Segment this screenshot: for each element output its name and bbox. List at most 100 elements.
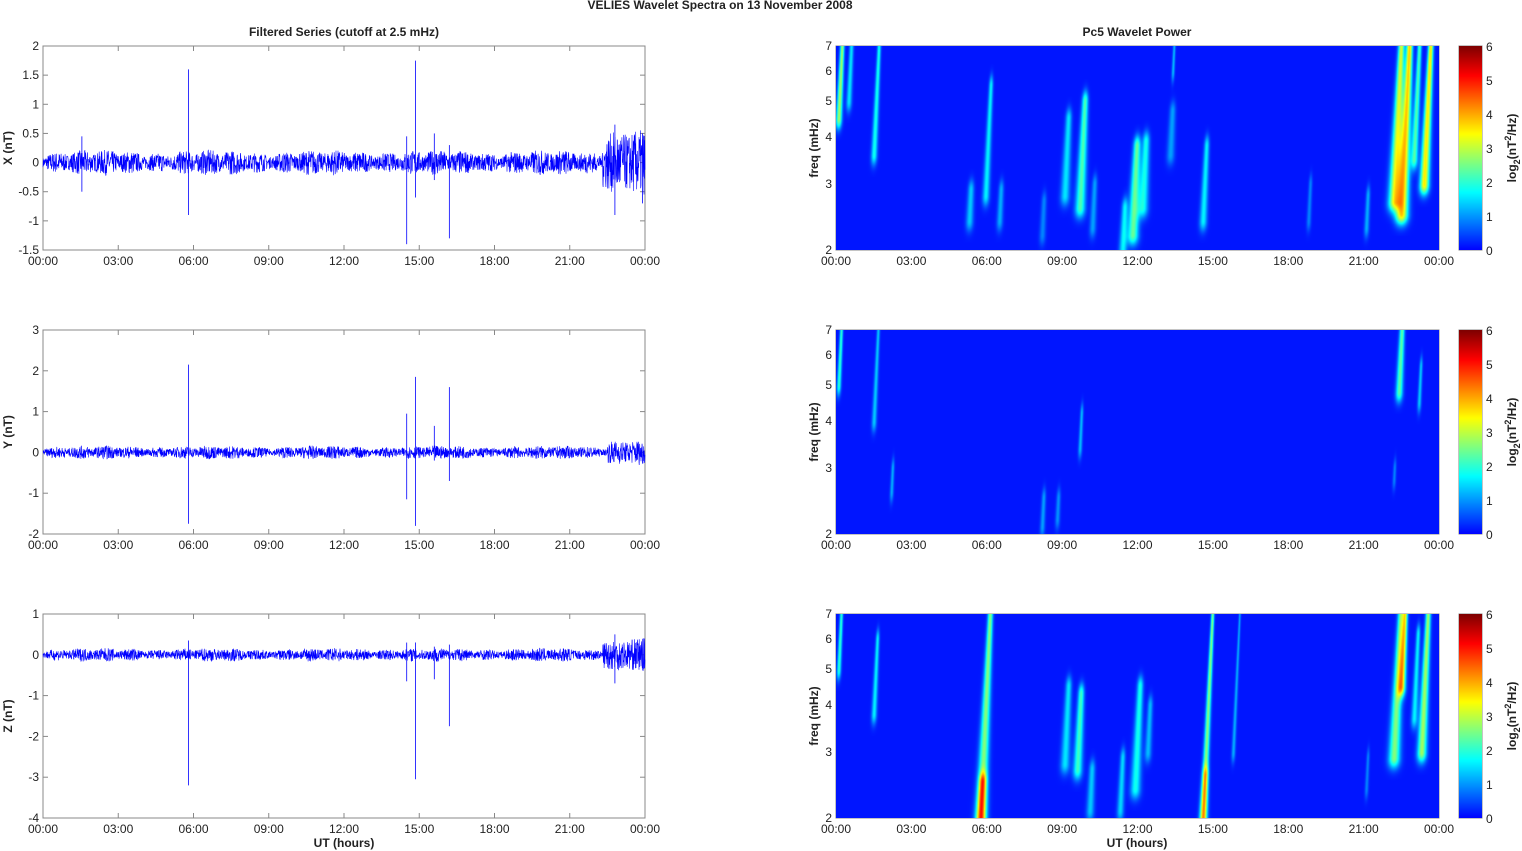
colorbar-tick-label: 3	[1486, 142, 1493, 156]
colorbar-tick-label: 4	[1486, 676, 1493, 690]
freq-tick-label: 7	[825, 39, 832, 53]
wavelet-power-heatmap-3	[836, 614, 1439, 818]
ytick-label: -3	[28, 770, 39, 784]
ytick-label: 0	[32, 156, 39, 170]
spectrum-3-xtick-label: 00:00	[1424, 822, 1454, 836]
spectrum-2-xtick-label: 09:00	[1047, 538, 1077, 552]
series-Z-xtick-label: 21:00	[555, 822, 585, 836]
freq-tick-label: 2	[825, 243, 832, 257]
spectrum-3-xtick-label: 03:00	[896, 822, 926, 836]
left-xlabel: UT (hours)	[314, 836, 375, 850]
freq-tick-label: 5	[825, 378, 832, 392]
wavelet-power-heatmap-2	[836, 330, 1439, 534]
spectrum-1-xtick-label: 18:00	[1273, 254, 1303, 268]
colorbar-tick-label: 0	[1486, 812, 1493, 826]
ytick-label: 1	[32, 405, 39, 419]
series-Y-xtick-label: 15:00	[404, 538, 434, 552]
freq-tick-label: 6	[825, 348, 832, 362]
colorbar-tick-label: 2	[1486, 744, 1493, 758]
ytick-label: -4	[28, 811, 39, 825]
spectrum-2-xtick-label: 00:00	[1424, 538, 1454, 552]
ytick-label: 1	[32, 97, 39, 111]
freq-tick-label: 7	[825, 607, 832, 621]
freq-ylabel: freq (mHz)	[807, 686, 821, 745]
spectrum-2-xtick-label: 06:00	[972, 538, 1002, 552]
colorbar-tick-label: 1	[1486, 210, 1493, 224]
freq-tick-label: 3	[825, 177, 832, 191]
series-Y-xtick-label: 21:00	[555, 538, 585, 552]
series-Z-xtick-label: 09:00	[254, 822, 284, 836]
colorbar-tick-label: 0	[1486, 244, 1493, 258]
spectrum-3-xtick-label: 18:00	[1273, 822, 1303, 836]
freq-tick-label: 5	[825, 94, 832, 108]
series-Z-xtick-label: 03:00	[103, 822, 133, 836]
series-X-xtick-label: 15:00	[404, 254, 434, 268]
ytick-label: 2	[32, 39, 39, 53]
right-xlabel: UT (hours)	[1107, 836, 1168, 850]
ytick-label: 2	[32, 364, 39, 378]
spectrum-3-xtick-label: 12:00	[1122, 822, 1152, 836]
spectrum-2-xtick-label: 03:00	[896, 538, 926, 552]
colorbar-tick-label: 6	[1486, 324, 1493, 338]
series-Y-line	[42, 441, 646, 466]
series-Z-axes-box	[42, 613, 646, 819]
series-Y-xtick-label: 00:00	[630, 538, 660, 552]
freq-tick-label: 4	[825, 130, 832, 144]
series-Z-line	[42, 638, 646, 671]
colorbar-tick-label: 6	[1486, 608, 1493, 622]
spectrum-3-xtick-label: 21:00	[1349, 822, 1379, 836]
ytick-label: -1	[28, 486, 39, 500]
spectrum-1-xtick-label: 03:00	[896, 254, 926, 268]
freq-tick-label: 2	[825, 811, 832, 825]
freq-tick-label: 2	[825, 527, 832, 541]
colorbar-tick-label: 5	[1486, 642, 1493, 656]
series-Z-xtick-label: 06:00	[178, 822, 208, 836]
ytick-label: 0	[32, 445, 39, 459]
ytick-label: -2	[28, 729, 39, 743]
spectrum-3-xtick-label: 15:00	[1198, 822, 1228, 836]
spectrum-2-xtick-label: 15:00	[1198, 538, 1228, 552]
freq-tick-label: 6	[825, 632, 832, 646]
colorbar-tick-label: 1	[1486, 494, 1493, 508]
spectrum-2-xtick-label: 12:00	[1122, 538, 1152, 552]
series-X-xtick-label: 03:00	[103, 254, 133, 268]
series-Z-xtick-label: 00:00	[630, 822, 660, 836]
series-ylabel: Z (nT)	[1, 699, 15, 732]
series-Z-xtick-label: 15:00	[404, 822, 434, 836]
spectrum-1-xtick-label: 15:00	[1198, 254, 1228, 268]
colorbar-1	[1459, 46, 1482, 250]
colorbar-tick-label: 3	[1486, 710, 1493, 724]
spectrum-2-xtick-label: 18:00	[1273, 538, 1303, 552]
series-X-xtick-label: 12:00	[329, 254, 359, 268]
colorbar-tick-label: 4	[1486, 392, 1493, 406]
spectrum-2-xtick-label: 21:00	[1349, 538, 1379, 552]
freq-tick-label: 4	[825, 414, 832, 428]
series-Z-xtick-label: 18:00	[479, 822, 509, 836]
colorbar-tick-label: 2	[1486, 460, 1493, 474]
spectrum-1-xtick-label: 00:00	[1424, 254, 1454, 268]
series-Y-xtick-label: 03:00	[103, 538, 133, 552]
series-Y-xtick-label: 06:00	[178, 538, 208, 552]
figure-title: VELIES Wavelet Spectra on 13 November 20…	[587, 0, 852, 12]
series-X-axes-box	[42, 45, 646, 251]
colorbar-3	[1459, 614, 1482, 818]
ytick-label: -1	[28, 214, 39, 228]
freq-tick-label: 6	[825, 64, 832, 78]
colorbar-tick-label: 4	[1486, 108, 1493, 122]
spectrum-1-xtick-label: 09:00	[1047, 254, 1077, 268]
freq-tick-label: 3	[825, 461, 832, 475]
colorbar-label: log2(nT2/Hz)	[1503, 398, 1522, 467]
ytick-label: 1.5	[22, 68, 39, 82]
freq-ylabel: freq (mHz)	[807, 118, 821, 177]
series-X-xtick-label: 06:00	[178, 254, 208, 268]
spectrum-1-xtick-label: 21:00	[1349, 254, 1379, 268]
spectrum-1-xtick-label: 12:00	[1122, 254, 1152, 268]
right-column-title: Pc5 Wavelet Power	[1083, 25, 1192, 39]
colorbar-2	[1459, 330, 1482, 534]
colorbar-tick-label: 5	[1486, 358, 1493, 372]
series-X-xtick-label: 18:00	[479, 254, 509, 268]
series-Y-axes-box	[42, 329, 646, 535]
freq-tick-label: 4	[825, 698, 832, 712]
colorbar-tick-label: 0	[1486, 528, 1493, 542]
ytick-label: 1	[32, 607, 39, 621]
